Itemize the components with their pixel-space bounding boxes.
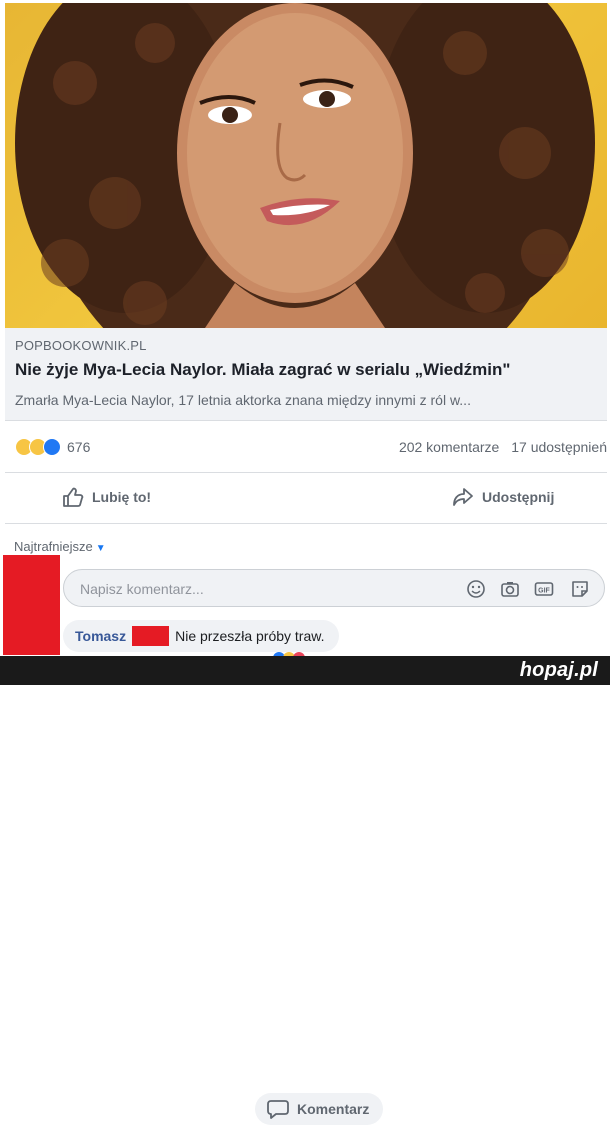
camera-icon[interactable]	[500, 579, 520, 599]
share-button[interactable]: Udostępnij	[452, 487, 554, 507]
comment-sort-label: Najtrafniejsze	[14, 539, 93, 554]
reaction-count[interactable]: 676	[67, 439, 90, 455]
caret-down-icon: ▼	[95, 543, 106, 554]
svg-text:GIF: GIF	[538, 588, 550, 595]
comment-button-label: Komentarz	[297, 1101, 370, 1117]
reactions-summary: 676 202 komentarze 17 udostępnień	[5, 420, 607, 473]
thumbs-up-icon	[63, 487, 84, 507]
screenshot-frame: POPBOOKOWNIK.PL Nie żyje Mya-Lecia Naylo…	[0, 0, 610, 1125]
link-preview[interactable]: POPBOOKOWNIK.PL Nie żyje Mya-Lecia Naylo…	[5, 328, 607, 421]
article-thumbnail-image[interactable]	[5, 3, 607, 328]
comment-author[interactable]: Tomasz	[75, 628, 126, 644]
shares-count[interactable]: 17 udostępnień	[511, 439, 607, 455]
link-headline[interactable]: Nie żyje Mya-Lecia Naylor. Miała zagrać …	[15, 360, 510, 380]
link-description: Zmarła Mya-Lecia Naylor, 17 letnia aktor…	[15, 392, 471, 408]
link-source-domain: POPBOOKOWNIK.PL	[15, 338, 147, 353]
share-arrow-icon	[453, 488, 473, 506]
redacted-surname	[132, 626, 170, 646]
engagement-stats: 202 komentarze 17 udostępnień	[399, 439, 607, 455]
like-icon[interactable]	[43, 438, 61, 456]
comment-input-box[interactable]: GIF	[63, 569, 605, 607]
like-button[interactable]: Lubię to!	[62, 487, 151, 507]
site-footer-bar: hopaj.pl	[0, 656, 610, 685]
portrait-illustration	[15, 3, 595, 328]
comment-bubble: Tomasz Nie przeszła próby traw.	[63, 620, 339, 652]
comment-button[interactable]: Komentarz	[255, 1093, 384, 1125]
comment-text: Nie przeszła próby traw.	[175, 628, 325, 644]
comment-sort-dropdown[interactable]: Najtrafniejsze ▼	[14, 539, 106, 554]
speech-bubble-icon	[267, 1100, 289, 1119]
share-button-label: Udostępnij	[482, 489, 555, 505]
redacted-avatar	[3, 555, 60, 655]
post-actions-bar: Lubię to! Komentarz Udostępnij	[5, 473, 607, 1125]
emoji-icon[interactable]	[466, 579, 486, 599]
comment-input[interactable]	[78, 578, 442, 600]
gif-icon[interactable]: GIF	[534, 579, 554, 599]
sticker-icon[interactable]	[570, 579, 590, 599]
site-logo[interactable]: hopaj.pl	[520, 659, 598, 682]
like-button-label: Lubię to!	[92, 489, 152, 505]
comments-count[interactable]: 202 komentarze	[399, 439, 499, 455]
